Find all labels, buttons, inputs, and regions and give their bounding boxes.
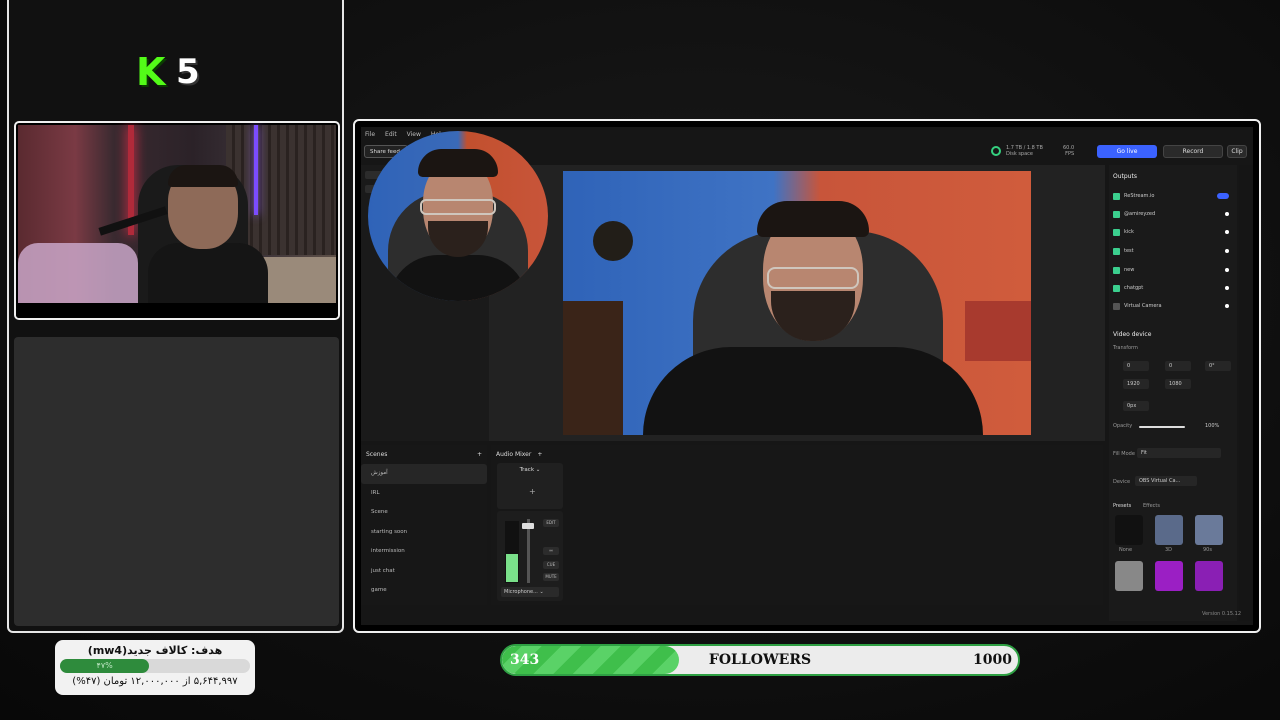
radius-field[interactable]: 0px — [1123, 401, 1149, 411]
menu-edit[interactable]: Edit — [385, 131, 397, 138]
goal-percent: ۴۷% — [96, 661, 113, 670]
record-button[interactable]: Record — [1163, 145, 1223, 158]
video-device-title: Video device — [1113, 331, 1152, 338]
height-field[interactable]: 1080 — [1165, 379, 1191, 389]
add-track-icon[interactable]: + — [537, 451, 542, 458]
microphone-select-value: Microphone... — [504, 589, 538, 595]
device-label: Device — [1113, 479, 1131, 485]
menu-view[interactable]: View — [407, 131, 421, 138]
scene-item[interactable]: starting soon — [361, 523, 487, 543]
opacity-slider[interactable] — [1139, 426, 1185, 428]
presets-tab[interactable]: Presets — [1113, 503, 1131, 509]
goal-amount: ۵,۶۴۴,۹۹۷ از ۱۲,۰۰۰,۰۰۰ تومان (۴۷%) — [72, 676, 238, 687]
circular-facecam[interactable] — [368, 131, 548, 301]
fill-mode-select[interactable]: Fit — [1137, 448, 1221, 458]
goal-progress-fill: ۴۷% — [60, 659, 150, 673]
outputs-title: Outputs — [1113, 173, 1137, 180]
preset-thumb[interactable] — [1155, 561, 1183, 591]
scene-item[interactable]: IRL — [361, 484, 487, 504]
output-row[interactable]: new — [1113, 265, 1229, 275]
scenes-title: Scenes — [366, 451, 388, 458]
effects-tab[interactable]: Effects — [1143, 503, 1160, 509]
output-row[interactable]: kick — [1113, 227, 1229, 237]
output-row[interactable]: ReStream.io — [1113, 191, 1229, 201]
properties-panel: Outputs ReStream.io @amireyzed kick test… — [1109, 165, 1237, 621]
width-field[interactable]: 1920 — [1123, 379, 1149, 389]
preview-canvas[interactable] — [489, 165, 1105, 441]
fps-indicator: 60.0 FPS — [1063, 145, 1074, 157]
volume-meter — [505, 521, 519, 583]
goal-progress-bar: ۴۷% — [60, 659, 250, 673]
preset-label: 90s — [1203, 547, 1212, 553]
scene-item[interactable]: آموزش — [361, 464, 487, 484]
menu-file[interactable]: File — [365, 131, 375, 138]
x-field[interactable]: 0 — [1123, 361, 1149, 371]
screen-capture: File Edit View Help Share feed 1.7 TB / … — [353, 119, 1261, 633]
track-card[interactable]: Track ⌄ + — [497, 463, 563, 509]
followers-goal-bar: 343 FOLLOWERS 1000 — [500, 644, 1020, 676]
mixer-title: Audio Mixer — [496, 451, 532, 458]
disk-label: Disk space — [1006, 151, 1033, 157]
donation-goal-widget: هدف: کالاف جدید(mw4) ۴۷% ۵,۶۴۴,۹۹۷ از ۱۲… — [55, 640, 255, 695]
audio-mixer-panel: Audio Mixer + Track ⌄ + EDIT ⚯ CUE MUTE … — [491, 445, 1103, 605]
output-row[interactable]: Virtual Camera — [1113, 301, 1229, 311]
preset-90s[interactable] — [1195, 515, 1223, 545]
goal-title: هدف: کالاف جدید(mw4) — [87, 644, 223, 657]
fader-knob[interactable] — [522, 523, 534, 529]
microphone-select[interactable]: Microphone... ⌄ — [501, 587, 559, 597]
followers-label: FOLLOWERS — [708, 652, 812, 668]
scene-item[interactable]: intermission — [361, 542, 487, 562]
opacity-value: 100% — [1205, 423, 1220, 429]
go-live-button[interactable]: Go live — [1097, 145, 1157, 158]
scene-item[interactable]: Scene — [361, 503, 487, 523]
mute-button[interactable]: MUTE — [543, 573, 559, 581]
kick-logo: K 5 — [136, 52, 206, 92]
fps-label: FPS — [1065, 151, 1075, 157]
version-label: Version 0.15.12 — [1201, 611, 1241, 617]
disk-ring-icon — [991, 146, 1001, 156]
clip-button[interactable]: Clip — [1227, 145, 1247, 158]
preset-3d[interactable] — [1155, 515, 1183, 545]
edit-button[interactable]: EDIT — [543, 519, 559, 527]
transform-label: Transform — [1113, 345, 1138, 351]
preset-none[interactable] — [1115, 515, 1143, 545]
rotation-field[interactable]: 0° — [1205, 361, 1231, 371]
output-toggle[interactable] — [1217, 193, 1229, 199]
main-video-source[interactable] — [563, 171, 1031, 435]
webcam-feed — [14, 121, 340, 320]
device-select[interactable]: OBS Virtual Ca... — [1135, 476, 1197, 486]
output-row[interactable]: test — [1113, 246, 1229, 256]
chevron-down-icon[interactable]: ⌄ — [536, 467, 541, 473]
y-field[interactable]: 0 — [1165, 361, 1191, 371]
preset-thumb[interactable] — [1195, 561, 1223, 591]
logo-number: 5 — [176, 52, 200, 92]
fill-mode-label: Fill Mode — [1113, 451, 1135, 457]
output-row[interactable]: chatgpt — [1113, 283, 1229, 293]
right-icon-strip — [1239, 165, 1253, 621]
cue-button[interactable]: CUE — [543, 561, 559, 569]
add-icon[interactable]: + — [529, 487, 536, 496]
scene-item[interactable]: game — [361, 581, 487, 601]
logo-letter: K — [136, 50, 166, 94]
output-row[interactable]: @amireyzed — [1113, 209, 1229, 219]
scene-item[interactable]: just chat — [361, 562, 487, 582]
followers-goal: 1000 — [973, 652, 1012, 668]
preset-label: None — [1119, 547, 1133, 553]
track-label: Track — [519, 467, 535, 473]
preset-label: 3D — [1165, 547, 1173, 553]
link-icon[interactable]: ⚯ — [543, 547, 559, 555]
streaming-app-window: File Edit View Help Share feed 1.7 TB / … — [361, 127, 1253, 625]
preset-thumb[interactable] — [1115, 561, 1143, 591]
scenes-panel: Scenes + آموزش IRL Scene starting soon i… — [361, 445, 487, 605]
disk-space-indicator: 1.7 TB / 1.8 TB Disk space — [991, 145, 1043, 157]
add-scene-icon[interactable]: + — [477, 451, 482, 458]
status-bar: Version 0.15.12 — [361, 607, 1253, 621]
mixer-channel-strip: EDIT ⚯ CUE MUTE Microphone... ⌄ — [497, 511, 563, 601]
chat-box — [14, 337, 339, 626]
opacity-label: Opacity — [1113, 423, 1133, 429]
